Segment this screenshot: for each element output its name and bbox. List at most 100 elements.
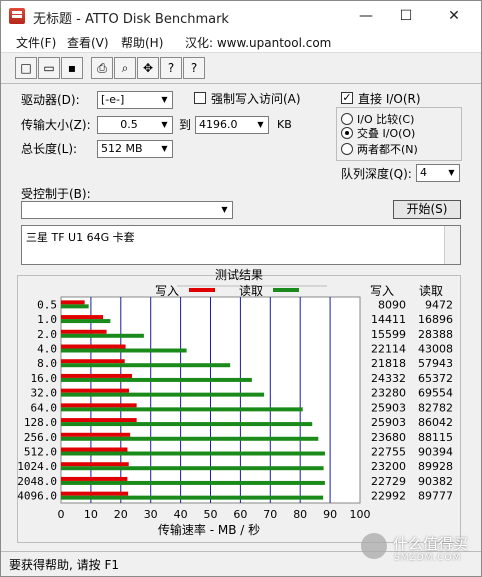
x-axis-label: 传输速率 - MB / 秒 [158,522,260,537]
read-bar [61,451,325,456]
description-text: 三星 TF U1 64G 卡套 [26,231,135,244]
drive-label: 驱动器(D): [21,93,80,107]
chevron-down-icon: ▼ [221,205,228,214]
y-tick-label: 256.0 [24,431,57,444]
read-value: 86042 [418,416,453,429]
controlled-by-select[interactable]: ▼ [21,201,233,219]
write-value: 21818 [371,357,406,370]
menu-view[interactable]: 查看(V) [67,34,109,51]
new-file-icon[interactable]: □ [15,57,37,79]
window-title: 无标题 - ATTO Disk Benchmark [33,12,229,27]
toolbar: □ ▭ ▪ ⎙ ⌕ ✥ ? ? [1,54,481,83]
context-help-icon[interactable]: ? [183,57,205,79]
open-folder-icon[interactable]: ▭ [38,57,60,79]
read-bar [61,436,319,441]
io-compare-radio[interactable] [341,113,353,125]
description-scrollbar[interactable] [444,226,460,264]
neither-radio[interactable] [341,143,353,155]
write-bar [61,447,128,452]
read-bar [61,422,313,427]
y-tick-label: 1024.0 [17,460,57,473]
x-tick-label: 100 [350,508,371,521]
read-value: 89777 [418,490,453,503]
x-tick-label: 20 [114,508,128,521]
legend-read-swatch [273,288,299,292]
column-read-header: 读取 [419,284,443,298]
y-tick-label: 2048.0 [17,475,57,488]
overlap-io-radio[interactable] [341,127,353,139]
write-bar [61,373,133,378]
menu-localization[interactable]: 汉化: www.upantool.com [185,34,331,51]
results-header: 测试结果 [215,267,263,282]
app-icon [9,8,25,24]
y-tick-label: 32.0 [31,387,58,400]
neither-label: 两者都不(N) [357,143,418,156]
menu-help[interactable]: 帮助(H) [121,34,163,51]
read-value: 57943 [418,357,453,370]
overlap-io-label: 交叠 I/O(O) [357,127,416,140]
description-field[interactable]: 三星 TF U1 64G 卡套 [21,225,461,265]
x-tick-label: 80 [293,508,307,521]
y-tick-label: 16.0 [31,372,58,385]
transfer-unit: KB [277,118,292,131]
save-icon[interactable]: ▪ [61,57,83,79]
write-bar [61,359,125,364]
watermark-logo-icon [361,533,387,559]
write-value: 23200 [371,460,406,473]
total-length-label: 总长度(L): [21,142,78,156]
benchmark-chart: 测试结果写入 读取 写入 读取0 10 20 30 40 50 60 70 80 90 100传输速率 -… [17,267,453,537]
y-tick-label: 4096.0 [17,490,57,503]
read-value: 28388 [418,328,453,341]
menu-file[interactable]: 文件(F) [16,34,56,51]
transfer-to-value: 4196.0 [199,118,238,131]
write-value: 24332 [371,372,406,385]
menu-bar: 文件(F) 查看(V) 帮助(H) 汉化: www.upantool.com [1,31,481,53]
read-bar [61,392,265,397]
drive-value: [-e-] [101,93,125,106]
transfer-to-select[interactable]: 4196.0 ▼ [195,116,269,134]
read-bar [61,407,303,412]
read-bar [61,495,324,500]
title-bar[interactable]: 无标题 - ATTO Disk Benchmark — ☐ ✕ [1,1,481,31]
write-value: 15599 [371,328,406,341]
print-preview-icon[interactable]: ⌕ [114,57,136,79]
chevron-down-icon: ▼ [257,120,264,129]
help-icon[interactable]: ? [160,57,182,79]
direct-io-label: 直接 I/O(R) [358,92,421,106]
direct-io-checkbox[interactable]: ✓ [341,92,353,104]
drive-select[interactable]: [-e-] ▼ [97,91,173,109]
queue-depth-select[interactable]: 4 ▼ [416,164,460,182]
y-tick-label: 0.5 [37,298,57,311]
chevron-down-icon: ▼ [161,120,168,129]
write-bar [61,491,129,496]
start-button[interactable]: 开始(S) [393,200,461,219]
close-button[interactable]: ✕ [431,1,477,31]
write-bar [61,476,128,481]
transfer-from-select[interactable]: 0.5 ▼ [97,116,173,134]
transfer-from-value: 0.5 [120,118,138,131]
read-value: 82782 [418,401,453,414]
read-bar [61,466,324,471]
read-value: 88115 [418,431,453,444]
watermark: 什么值得买 SMZDM.COM [361,529,479,573]
legend-read-label: 读取 [239,284,263,298]
write-value: 8090 [378,298,406,311]
app-window: 无标题 - ATTO Disk Benchmark — ☐ ✕ 文件(F) 查看… [0,0,482,577]
read-bar [61,333,144,338]
queue-depth-label: 队列深度(Q): [341,167,412,181]
column-write-header: 写入 [370,284,394,298]
write-bar [61,462,129,467]
maximize-button[interactable]: ☐ [383,1,429,31]
read-value: 90394 [418,446,453,459]
chevron-down-icon: ▼ [161,95,168,104]
move-icon[interactable]: ✥ [137,57,159,79]
force-write-checkbox[interactable] [194,92,206,104]
x-tick-label: 90 [323,508,337,521]
write-value: 22114 [371,343,406,356]
read-bar [61,319,111,324]
write-bar [61,315,104,320]
y-tick-label: 8.0 [37,357,57,370]
print-icon[interactable]: ⎙ [91,57,113,79]
x-tick-label: 0 [58,508,65,521]
total-length-select[interactable]: 512 MB ▼ [97,140,173,158]
